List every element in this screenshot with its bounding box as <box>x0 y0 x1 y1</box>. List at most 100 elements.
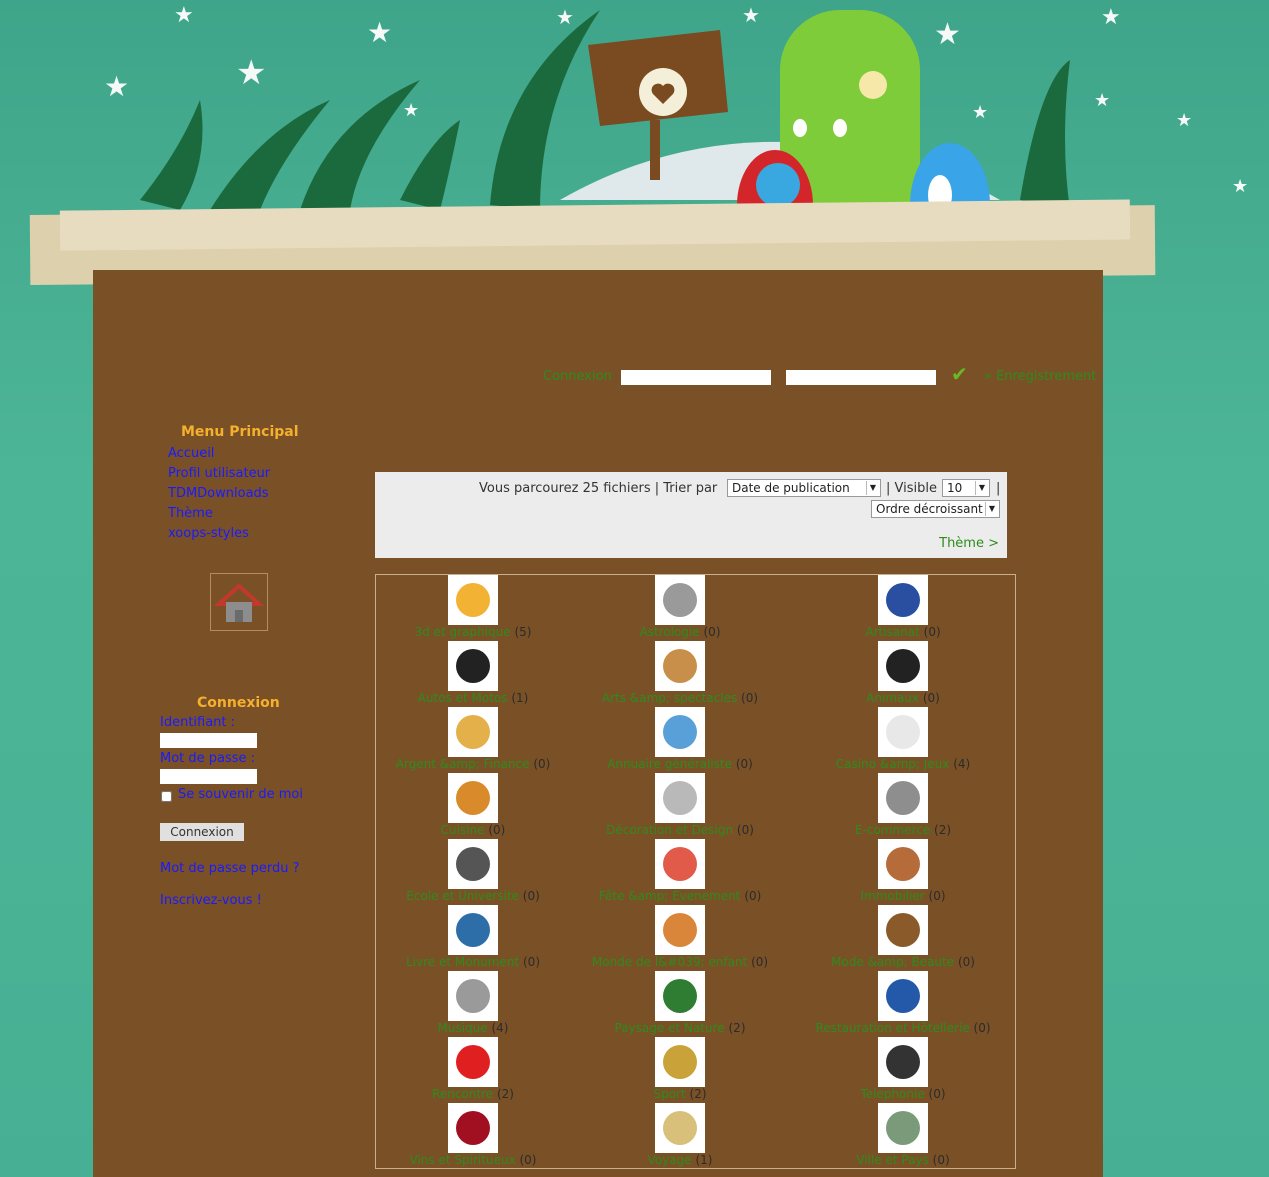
category-item[interactable]: Casino &amp; Jeux (4) <box>796 707 1010 771</box>
category-item[interactable]: Autos et Motos (1) <box>366 641 580 705</box>
category-item[interactable]: Restauration et Hôtellerie (0) <box>796 971 1010 1035</box>
trophy-icon[interactable] <box>655 1037 705 1087</box>
top-username-input[interactable] <box>621 370 771 385</box>
category-name[interactable]: Annuaire généraliste <box>607 757 732 771</box>
password-input[interactable] <box>160 769 257 784</box>
category-item[interactable]: Annuaire généraliste (0) <box>573 707 787 771</box>
category-item[interactable]: Argent &amp; Finance (0) <box>366 707 580 771</box>
menu-item-downloads[interactable]: TDMDownloads <box>168 486 269 501</box>
category-item[interactable]: Fête &amp; Evenement (0) <box>573 839 787 903</box>
wine-icon[interactable] <box>448 1103 498 1153</box>
category-name[interactable]: Arts &amp; spectacles <box>602 691 737 705</box>
category-name[interactable]: Argent &amp; Finance <box>396 757 530 771</box>
category-name[interactable]: Autos et Motos <box>418 691 508 705</box>
home-button[interactable] <box>210 573 268 631</box>
lost-password-link[interactable]: Mot de passe perdu ? <box>160 861 300 876</box>
category-name[interactable]: Telephonie <box>860 1087 924 1101</box>
crab-icon[interactable] <box>655 575 705 625</box>
speaker-icon[interactable] <box>448 971 498 1021</box>
category-name[interactable]: E-commerce <box>855 823 930 837</box>
menu-item-profile[interactable]: Profil utilisateur <box>168 466 270 481</box>
category-item[interactable]: Mode &amp; Beaute (0) <box>796 905 1010 969</box>
category-item[interactable]: Animaux (0) <box>796 641 1010 705</box>
category-item[interactable]: Voyage (1) <box>573 1103 787 1167</box>
category-item[interactable]: Artisanat (0) <box>796 575 1010 639</box>
menu-item-theme[interactable]: Thème <box>168 506 213 521</box>
heart-icon[interactable] <box>448 1037 498 1087</box>
category-item[interactable]: Paysage et Nature (2) <box>573 971 787 1035</box>
category-item[interactable]: Astrologie (0) <box>573 575 787 639</box>
category-item[interactable]: Immobilier (0) <box>796 839 1010 903</box>
design-chair-icon[interactable] <box>655 773 705 823</box>
category-name[interactable]: Casino &amp; Jeux <box>836 757 950 771</box>
phone-icon[interactable] <box>878 1037 928 1087</box>
burger-icon[interactable] <box>448 773 498 823</box>
category-name[interactable]: Ville et Pays <box>856 1153 928 1167</box>
category-item[interactable]: Musique (4) <box>366 971 580 1035</box>
category-item[interactable]: E-commerce (2) <box>796 773 1010 837</box>
child-icon[interactable] <box>655 905 705 955</box>
category-item[interactable]: 3d et graphique (5) <box>366 575 580 639</box>
category-name[interactable]: Monde de l&#039; enfant <box>592 955 747 969</box>
sort-by-select[interactable]: Date de publication ▼ <box>727 479 881 497</box>
category-name[interactable]: Vins et Spiritueux <box>410 1153 516 1167</box>
category-name[interactable]: Astrologie <box>639 625 699 639</box>
category-name[interactable]: Paysage et Nature <box>615 1021 725 1035</box>
money-icon[interactable] <box>448 707 498 757</box>
top-password-input[interactable] <box>786 370 936 385</box>
category-item[interactable]: Ecole et Universite (0) <box>366 839 580 903</box>
plane-icon[interactable] <box>655 1103 705 1153</box>
category-name[interactable]: Fête &amp; Evenement <box>599 889 741 903</box>
top-register-link[interactable]: » Enregistrement <box>984 369 1096 384</box>
books-icon[interactable] <box>448 905 498 955</box>
category-name[interactable]: Rencontre <box>432 1087 493 1101</box>
category-item[interactable]: Monde de l&#039; enfant (0) <box>573 905 787 969</box>
cart-icon[interactable] <box>878 773 928 823</box>
boot-icon[interactable] <box>878 905 928 955</box>
house-icon[interactable] <box>878 839 928 889</box>
category-name[interactable]: Animaux <box>866 691 919 705</box>
visible-select[interactable]: 10 ▼ <box>942 479 990 497</box>
username-input[interactable] <box>160 733 257 748</box>
category-item[interactable]: Ville et Pays (0) <box>796 1103 1010 1167</box>
category-name[interactable]: Restauration et Hôtellerie <box>815 1021 969 1035</box>
map-icon[interactable] <box>878 1103 928 1153</box>
category-item[interactable]: Rencontre (2) <box>366 1037 580 1101</box>
category-name[interactable]: Musique <box>438 1021 488 1035</box>
cards-icon[interactable] <box>878 707 928 757</box>
category-name[interactable]: Cuisine <box>441 823 485 837</box>
remember-label[interactable]: Se souvenir de moi <box>178 787 303 802</box>
checkmark-icon[interactable]: ✔ <box>951 362 968 386</box>
theme-link[interactable]: Thème > <box>939 536 999 551</box>
artisan-logo-icon[interactable] <box>878 575 928 625</box>
category-item[interactable]: Cuisine (0) <box>366 773 580 837</box>
motorbike-icon[interactable] <box>448 641 498 691</box>
category-name[interactable]: Artisanat <box>865 625 919 639</box>
category-name[interactable]: 3d et graphique <box>415 625 511 639</box>
category-name[interactable]: Sport <box>653 1087 685 1101</box>
category-name[interactable]: Livre et Monument <box>406 955 519 969</box>
magnifier-icon[interactable] <box>655 707 705 757</box>
category-item[interactable]: Vins et Spiritueux (0) <box>366 1103 580 1167</box>
category-name[interactable]: Mode &amp; Beaute <box>831 955 954 969</box>
palette-icon[interactable] <box>655 641 705 691</box>
remember-checkbox[interactable] <box>161 791 172 802</box>
category-item[interactable]: Arts &amp; spectacles (0) <box>573 641 787 705</box>
tree-icon[interactable] <box>655 971 705 1021</box>
compass-icon[interactable] <box>448 839 498 889</box>
menu-item-xoops-styles[interactable]: xoops-styles <box>168 526 249 541</box>
panda-icon[interactable] <box>878 641 928 691</box>
register-link[interactable]: Inscrivez-vous ! <box>160 893 262 908</box>
category-name[interactable]: Ecole et Universite <box>406 889 519 903</box>
restaurant-icon[interactable] <box>878 971 928 1021</box>
category-name[interactable]: Voyage <box>648 1153 692 1167</box>
menu-item-home[interactable]: Accueil <box>168 446 214 461</box>
order-select[interactable]: Ordre décroissant ▼ <box>871 500 1000 518</box>
category-item[interactable]: Telephonie (0) <box>796 1037 1010 1101</box>
category-name[interactable]: Immobilier <box>860 889 924 903</box>
pie-chart-icon[interactable] <box>448 575 498 625</box>
login-submit-button[interactable]: Connexion <box>160 823 244 841</box>
category-item[interactable]: Décoration et Design (0) <box>573 773 787 837</box>
category-item[interactable]: Livre et Monument (0) <box>366 905 580 969</box>
party-hat-icon[interactable] <box>655 839 705 889</box>
